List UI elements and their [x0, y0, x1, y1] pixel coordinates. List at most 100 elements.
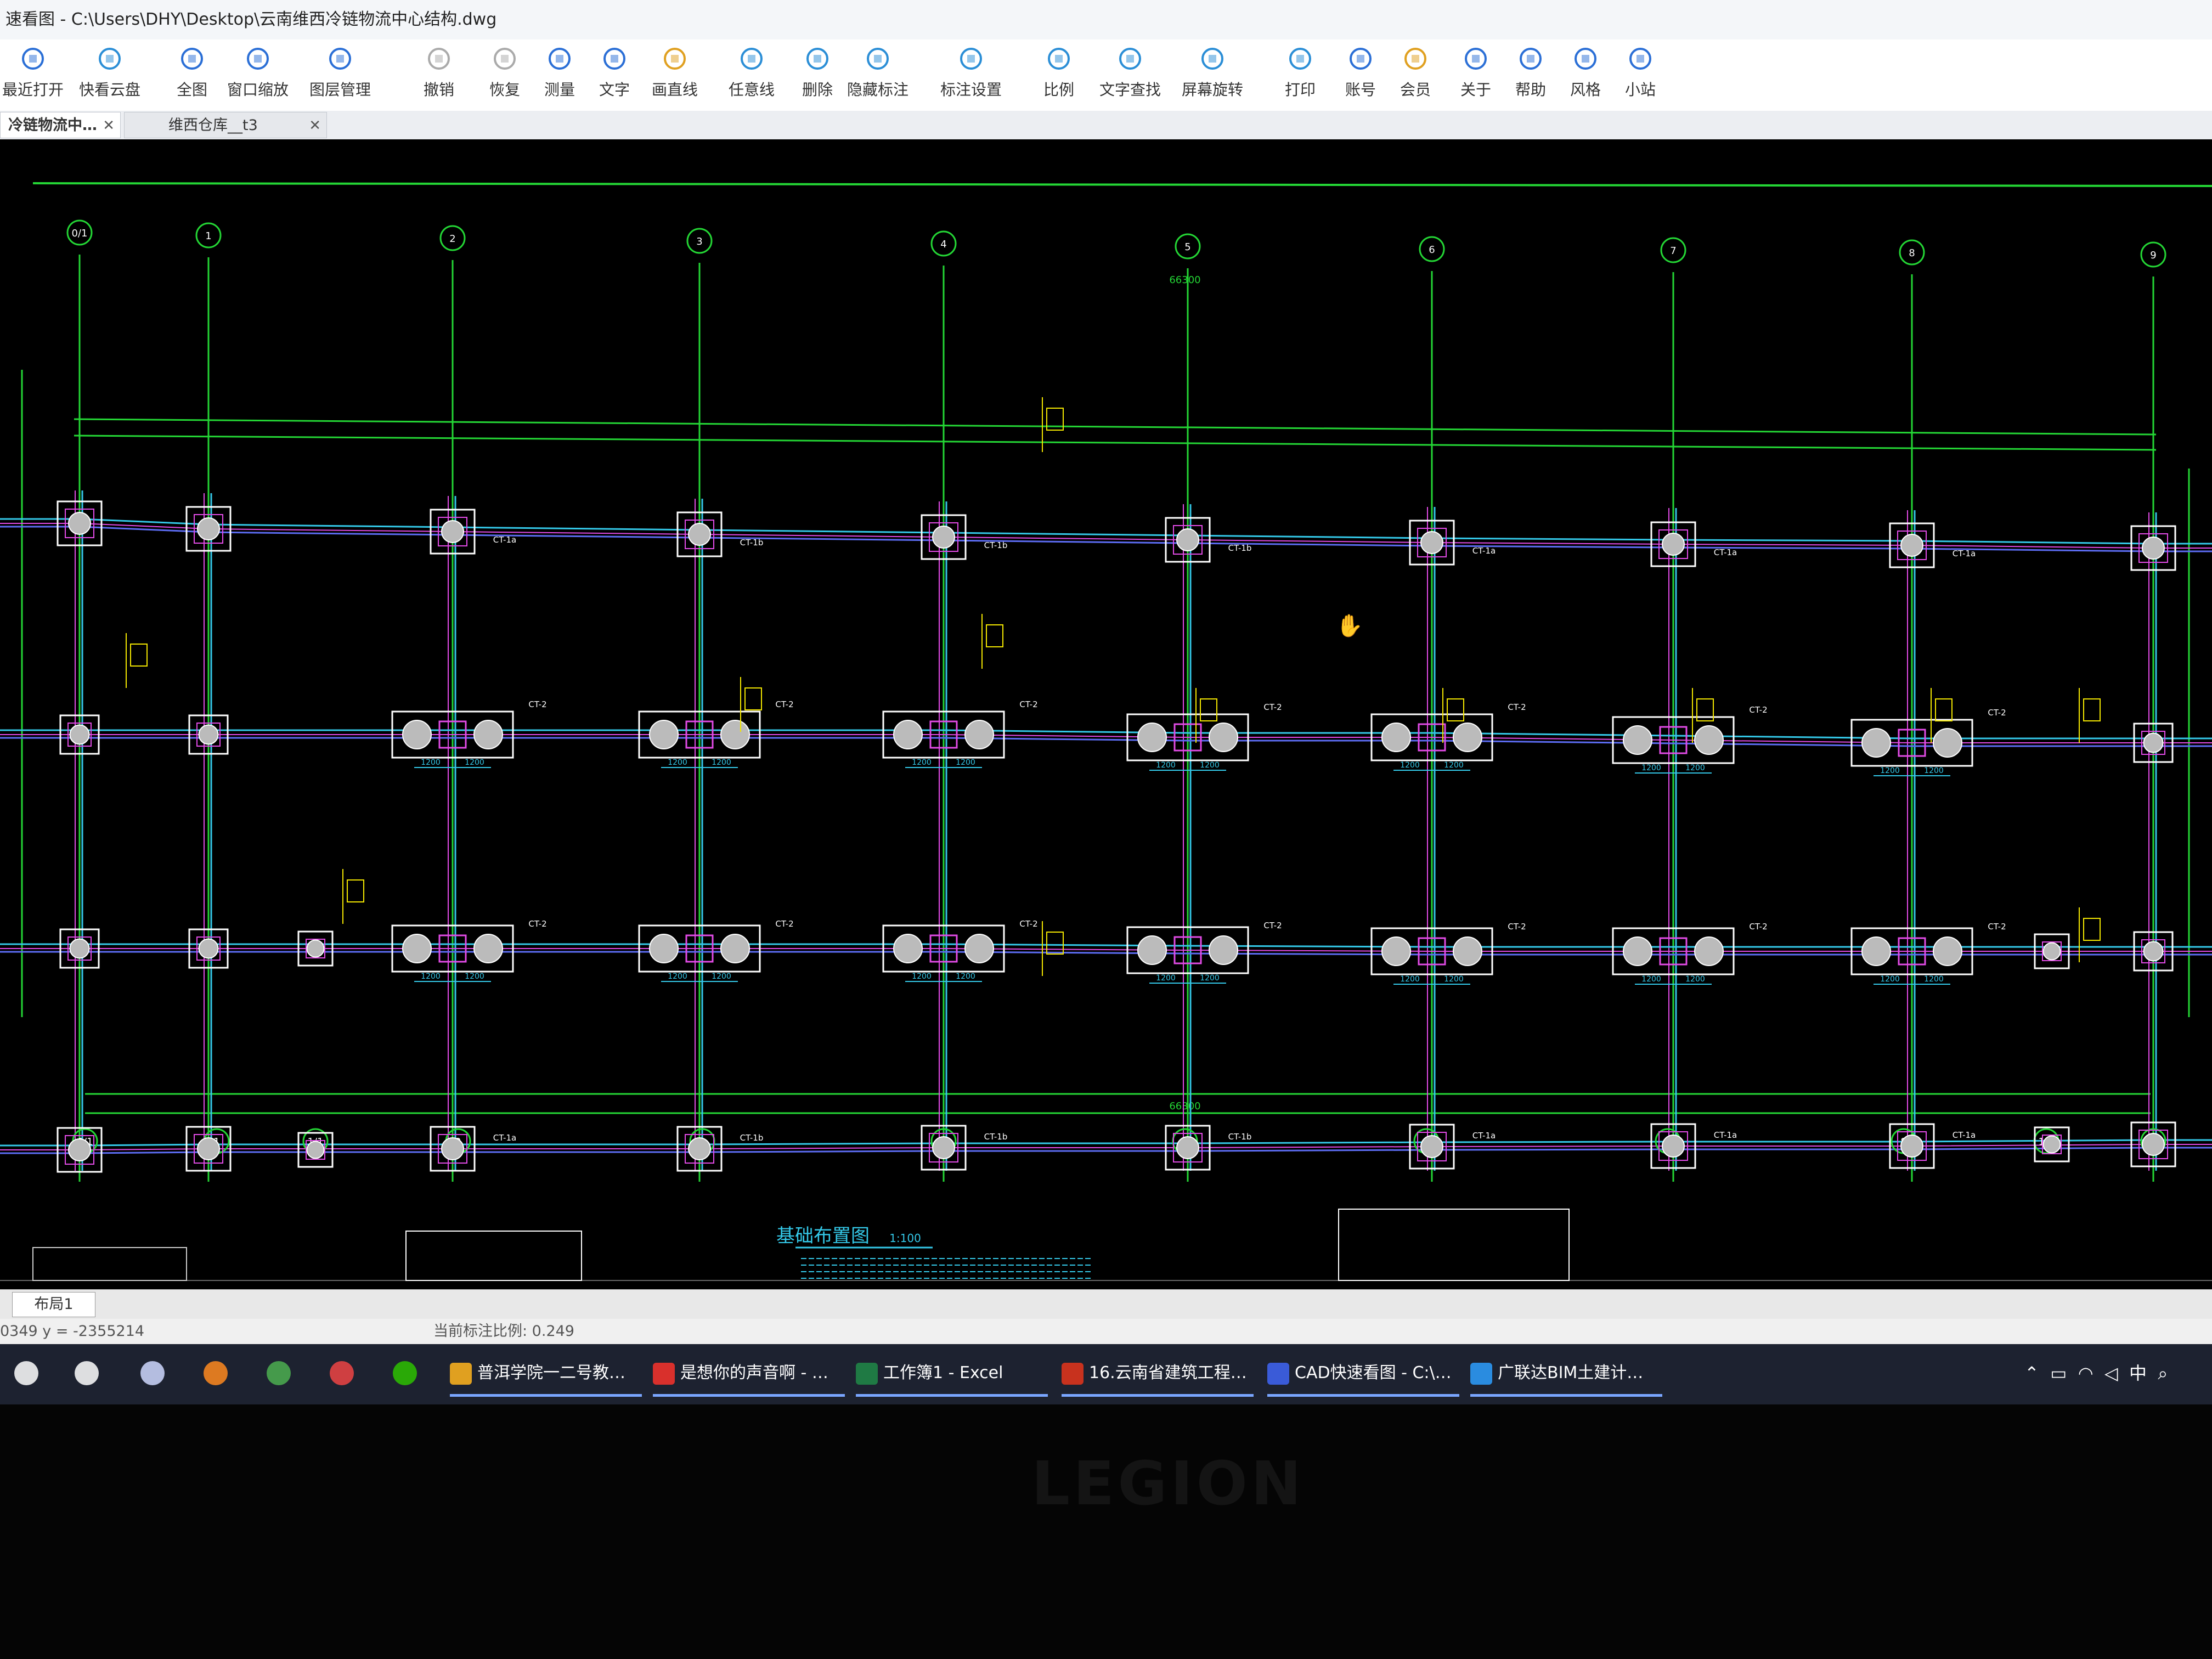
app-icon: [1062, 1362, 1084, 1385]
taskbar-app-label: 广联达BIM土建计…: [1498, 1363, 1644, 1383]
toolbar-button-text[interactable]: 文字: [582, 43, 647, 109]
active-indicator: [1470, 1394, 1662, 1397]
cad-drawing-canvas[interactable]: 66300663000/11234567890/111/123456781/89…: [0, 139, 2212, 1289]
dimension-text: 1200: [1156, 974, 1176, 983]
eye-hide-icon: [845, 45, 911, 78]
pile: [1381, 723, 1411, 752]
pile-cap-label: CT-1a: [1953, 549, 1976, 558]
dim-line: [32, 182, 2212, 187]
search-icon[interactable]: ⌕: [2158, 1363, 2168, 1384]
pile: [198, 938, 219, 959]
toolbar-button-line[interactable]: 画直线: [642, 43, 708, 109]
pile: [1209, 723, 1238, 752]
toolbar-button-label: 打印: [1284, 81, 1316, 99]
pile: [1137, 935, 1167, 965]
pile: [2042, 942, 2061, 961]
volume-icon[interactable]: ◁: [2104, 1363, 2118, 1384]
taskbar-app-label: 16.云南省建筑工程…: [1089, 1363, 1247, 1383]
taskbar-app[interactable]: 16.云南省建筑工程…: [1062, 1348, 1254, 1398]
scale-icon: [1026, 45, 1092, 78]
app-icon[interactable]: [326, 1358, 357, 1389]
tab-weixi-warehouse[interactable]: 维西仓库__t3 ✕: [124, 112, 327, 138]
dimension-text: 1200: [1400, 761, 1420, 770]
zoom-window-icon: [225, 45, 291, 78]
pile: [402, 934, 432, 963]
layout-tab[interactable]: 布局1: [12, 1292, 95, 1317]
app-icon: [856, 1362, 878, 1385]
pile: [473, 934, 503, 963]
pile: [1694, 725, 1724, 755]
toolbar-button-clock[interactable]: 最近打开: [0, 43, 66, 109]
taskbar-app[interactable]: 普洱学院一二号教…: [450, 1348, 642, 1398]
pile-cap-label: CT-1b: [1228, 1132, 1252, 1142]
pile: [1623, 725, 1652, 755]
taskbar-app[interactable]: 是想你的声音啊 - …: [653, 1348, 845, 1398]
print-icon: [1267, 45, 1333, 78]
pile: [1900, 534, 1923, 557]
toolbar-button-annotation-settings[interactable]: 标注设置: [938, 43, 1004, 109]
k-icon: [1607, 45, 1673, 78]
pile-cap-label: CT-1a: [1472, 546, 1496, 556]
toolbar-button-undo[interactable]: 撤销: [406, 43, 472, 109]
dimension-text: 1200: [712, 758, 731, 767]
foundation-plan-drawing[interactable]: 66300663000/11234567890/111/123456781/89…: [0, 139, 2212, 1289]
toolbar-button-text-search[interactable]: 文字查找: [1097, 43, 1163, 109]
toolbar-button-vip[interactable]: 会员: [1383, 43, 1448, 109]
axis-label: 9: [2150, 250, 2156, 261]
toolbar-button-scale[interactable]: 比例: [1026, 43, 1092, 109]
dimension-text: 1200: [1200, 761, 1220, 770]
pile: [1209, 935, 1238, 965]
app-icon: [1470, 1362, 1492, 1385]
axis-label: 6: [1429, 244, 1435, 256]
toolbar-button-rotate-screen[interactable]: 屏幕旋转: [1180, 43, 1245, 109]
annotation-scale: 当前标注比例: 0.249: [433, 1323, 574, 1340]
input-language[interactable]: 中: [2129, 1363, 2147, 1384]
search-icon[interactable]: [11, 1358, 42, 1389]
toolbar-button-pen[interactable]: 任意线: [719, 43, 785, 109]
toolbar-button-fullview[interactable]: 全图: [159, 43, 225, 109]
status-bar: 0349 y = -2355214 当前标注比例: 0.249: [0, 1319, 2212, 1344]
wechat-icon[interactable]: [390, 1358, 420, 1389]
dimension-text: 1200: [1685, 975, 1705, 984]
chevron-up-icon[interactable]: ⌃: [2024, 1363, 2039, 1384]
wifi-icon[interactable]: ◠: [2078, 1363, 2094, 1384]
pile-cap-label: CT-1a: [1953, 1130, 1976, 1140]
pile-cap-label: CT-1b: [740, 538, 764, 548]
taskbar-app[interactable]: 广联达BIM土建计…: [1470, 1348, 1662, 1398]
annotation-text-block: [1046, 932, 1064, 955]
toolbar-button-cloud[interactable]: 快看云盘: [77, 43, 143, 109]
dimension-text: 1200: [1880, 975, 1900, 984]
toolbar-button-label: 隐藏标注: [847, 81, 909, 99]
annotation-text-block: [2083, 918, 2101, 941]
dimension-text: 1200: [1641, 764, 1661, 772]
chrome-icon[interactable]: [263, 1358, 294, 1389]
toolbar-button-zoom-window[interactable]: 窗口缩放: [225, 43, 291, 109]
toolbar-button-label: 标注设置: [940, 81, 1002, 99]
pile-cap-label: CT-1a: [1714, 548, 1737, 557]
pile: [720, 720, 750, 749]
taskbar-app[interactable]: CAD快速看图 - C:\…: [1267, 1348, 1459, 1398]
close-icon[interactable]: ✕: [103, 112, 115, 139]
firefox-icon[interactable]: [200, 1358, 231, 1389]
annotation-text-block: [986, 624, 1003, 647]
pile: [197, 517, 220, 540]
toolbar-button-k[interactable]: 小站: [1607, 43, 1673, 109]
network-icon[interactable]: ▭: [2050, 1363, 2067, 1384]
toolbar-button-print[interactable]: 打印: [1267, 43, 1333, 109]
dimension-text: 66300: [1169, 1101, 1200, 1112]
dimension-text: 1200: [912, 972, 932, 981]
task-view-icon[interactable]: [71, 1358, 102, 1389]
steam-icon[interactable]: [137, 1358, 168, 1389]
undo-icon: [406, 45, 472, 78]
pile: [1933, 936, 1962, 966]
taskbar-app[interactable]: 工作簿1 - Excel: [856, 1348, 1048, 1398]
axis-label: 2: [449, 233, 455, 245]
toolbar-button-eraser[interactable]: 删除: [785, 43, 850, 109]
toolbar-button-layers[interactable]: 图层管理: [307, 43, 373, 109]
pile: [2143, 732, 2164, 753]
pile: [964, 934, 994, 963]
toolbar-button-eye-hide[interactable]: 隐藏标注: [845, 43, 911, 109]
system-tray[interactable]: ⌃ ▭ ◠ ◁ 中 ⌕: [2024, 1359, 2168, 1385]
tab-cold-chain[interactable]: 冷链物流中… ✕: [0, 112, 121, 138]
close-icon[interactable]: ✕: [309, 112, 321, 139]
